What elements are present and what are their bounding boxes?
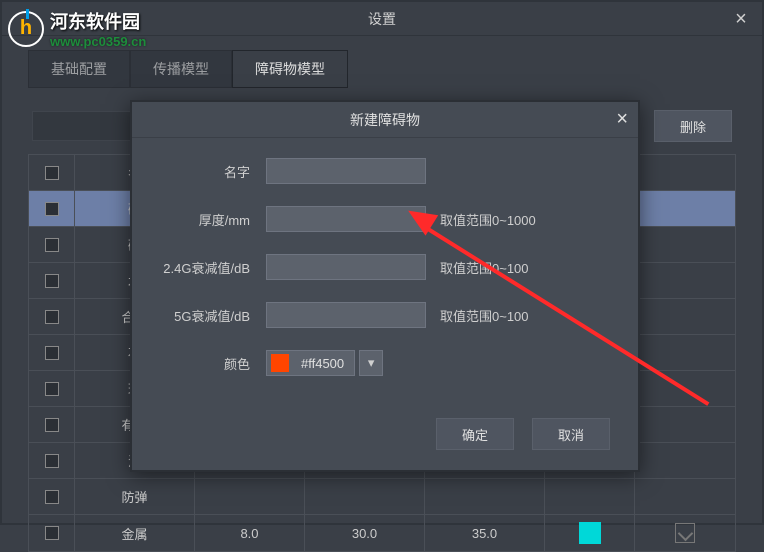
input-att24[interactable] [266, 254, 426, 280]
settings-close-icon[interactable]: × [730, 8, 752, 31]
input-name[interactable] [266, 158, 426, 184]
label-att5: 5G衰减值/dB [158, 306, 250, 325]
watermark: h 河东软件园 www.pc0359.cn [8, 8, 146, 49]
settings-title: 设置 [368, 9, 396, 29]
row-checkbox[interactable] [45, 274, 59, 288]
color-swatch-icon [579, 522, 601, 544]
header-checkbox[interactable] [29, 155, 75, 190]
new-obstacle-dialog: 新建障碍物 × 名字 厚度/mm 取值范围0~1000 2.4G衰减值/dB 取… [130, 100, 640, 472]
input-att5[interactable] [266, 302, 426, 328]
row-checkbox[interactable] [45, 238, 59, 252]
dialog-titlebar: 新建障碍物 × [132, 102, 638, 138]
row-checkbox[interactable] [45, 418, 59, 432]
row-color: 颜色 #ff4500 ▾ [158, 350, 612, 376]
cell-action [635, 515, 735, 551]
row-checkbox[interactable] [45, 490, 59, 504]
row-name: 名字 [158, 158, 612, 184]
delete-button[interactable]: 删除 [654, 110, 732, 142]
row-checkbox[interactable] [45, 310, 59, 324]
hint-thickness: 取值范围0~1000 [440, 210, 536, 229]
color-dropdown-icon[interactable]: ▾ [359, 350, 383, 376]
hint-att5: 取值范围0~100 [440, 306, 529, 325]
label-name: 名字 [158, 162, 250, 181]
cell-name: 金属 [75, 515, 195, 551]
color-picker[interactable]: #ff4500 [266, 350, 355, 376]
watermark-url: www.pc0359.cn [50, 34, 146, 49]
tab-basic[interactable]: 基础配置 [28, 50, 130, 88]
watermark-name: 河东软件园 [50, 8, 146, 34]
dialog-footer: 确定 取消 [132, 408, 638, 470]
label-thickness: 厚度/mm [158, 210, 250, 229]
ok-button[interactable]: 确定 [436, 418, 514, 450]
cancel-button[interactable]: 取消 [532, 418, 610, 450]
edit-icon[interactable] [675, 523, 695, 543]
tab-obstacle[interactable]: 障碍物模型 [232, 50, 348, 88]
hint-att24: 取值范围0~100 [440, 258, 529, 277]
input-thickness[interactable] [266, 206, 426, 232]
row-checkbox[interactable] [45, 526, 59, 540]
row-checkbox[interactable] [45, 202, 59, 216]
table-row[interactable]: 防弹 [29, 479, 735, 515]
tab-propagation[interactable]: 传播模型 [130, 50, 232, 88]
table-row[interactable]: 金属 8.0 30.0 35.0 [29, 515, 735, 551]
dialog-title: 新建障碍物 [350, 110, 420, 130]
row-att24: 2.4G衰减值/dB 取值范围0~100 [158, 254, 612, 280]
dialog-close-icon[interactable]: × [616, 108, 628, 131]
row-checkbox[interactable] [45, 346, 59, 360]
watermark-logo-icon: h [8, 11, 44, 47]
label-att24: 2.4G衰减值/dB [158, 258, 250, 277]
row-att5: 5G衰减值/dB 取值范围0~100 [158, 302, 612, 328]
color-value: #ff4500 [295, 356, 350, 371]
cell-thickness: 8.0 [195, 515, 305, 551]
row-checkbox[interactable] [45, 382, 59, 396]
row-thickness: 厚度/mm 取值范围0~1000 [158, 206, 612, 232]
row-checkbox[interactable] [45, 454, 59, 468]
cell-att5: 35.0 [425, 515, 545, 551]
cell-att24: 30.0 [305, 515, 425, 551]
cell-color [545, 515, 635, 551]
label-color: 颜色 [158, 354, 250, 373]
color-swatch-icon [271, 354, 289, 372]
